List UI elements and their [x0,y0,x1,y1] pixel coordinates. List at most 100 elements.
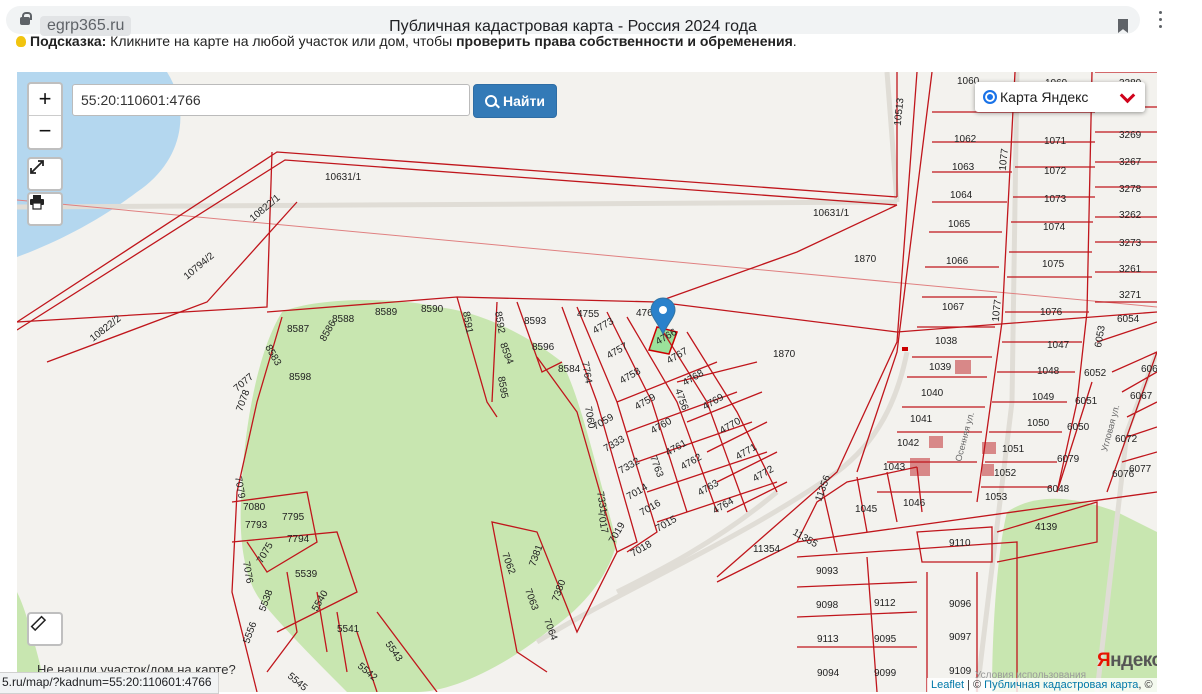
svg-text:6067: 6067 [1130,391,1153,402]
svg-text:4139: 4139 [1035,522,1058,533]
svg-text:11355: 11355 [791,527,820,550]
svg-text:9093: 9093 [816,566,839,577]
hint-end: . [792,33,797,49]
svg-text:5545: 5545 [285,671,309,692]
svg-text:10794/2: 10794/2 [182,250,217,282]
svg-text:1067: 1067 [942,302,965,313]
lightbulb-icon [16,36,26,47]
svg-text:6050: 6050 [1067,422,1090,433]
svg-text:606: 606 [1141,364,1157,375]
svg-text:1040: 1040 [921,388,944,399]
svg-text:1063: 1063 [952,162,975,173]
svg-text:1870: 1870 [773,349,796,360]
svg-text:4758: 4758 [618,366,643,387]
svg-text:3278: 3278 [1119,184,1142,195]
svg-text:1047: 1047 [1047,340,1070,351]
svg-text:9095: 9095 [874,634,897,645]
svg-text:4756: 4756 [672,387,690,412]
svg-text:1038: 1038 [935,336,958,347]
svg-text:1049: 1049 [1032,392,1055,403]
svg-text:1039: 1039 [929,362,952,373]
svg-text:4763: 4763 [696,478,721,499]
map-canvas[interactable]: 1060106210631064106510661067103810391040… [17,72,1157,692]
svg-text:1041: 1041 [910,414,933,425]
map-attribution: Leaflet | © Публичная кадастровая карта,… [927,678,1157,692]
svg-text:9099: 9099 [874,668,897,679]
svg-text:1870: 1870 [854,254,877,265]
svg-text:6048: 6048 [1047,484,1070,495]
svg-text:6072: 6072 [1115,434,1138,445]
status-bar-url: 5.ru/map/?kadnum=55:20:110601:4766 [0,672,219,694]
svg-text:4761: 4761 [664,438,689,459]
leaflet-link[interactable]: Leaflet [931,679,964,691]
svg-text:1065: 1065 [948,219,971,230]
expand-icon [30,160,44,174]
svg-text:1045: 1045 [855,504,878,515]
svg-text:9094: 9094 [817,668,840,679]
hint-bold: проверить права собственности и обремене… [456,33,793,49]
fullscreen-button[interactable] [27,157,63,191]
svg-text:9110: 9110 [949,538,971,549]
svg-text:8598: 8598 [289,372,312,383]
forest-area [240,300,617,692]
svg-text:9096: 9096 [949,599,972,610]
svg-text:4770: 4770 [718,416,743,437]
map-layer-select[interactable]: Карта Яндекс [975,82,1145,112]
svg-text:7333: 7333 [602,434,627,455]
ruler-icon [30,615,47,632]
menu-kebab-icon[interactable] [1159,11,1163,29]
svg-text:11354: 11354 [753,544,781,555]
svg-text:7016: 7016 [638,498,663,519]
svg-text:5541: 5541 [337,624,360,635]
hint-text: Подсказка: Кликните на карте на любой уч… [16,33,797,49]
svg-text:7764: 7764 [579,361,594,385]
svg-text:3262: 3262 [1119,210,1142,221]
svg-text:8587: 8587 [287,324,310,335]
svg-text:4762: 4762 [679,452,704,473]
svg-text:1073: 1073 [1044,194,1067,205]
svg-text:9113: 9113 [817,634,839,645]
layer-radio[interactable] [983,90,997,104]
svg-text:1062: 1062 [954,134,977,145]
svg-text:9112: 9112 [874,598,896,609]
svg-text:1074: 1074 [1043,222,1066,233]
svg-text:9097: 9097 [949,632,972,643]
svg-text:1050: 1050 [1027,418,1050,429]
power-line [17,199,1157,308]
svg-text:6054: 6054 [1117,314,1140,325]
svg-text:10631/1: 10631/1 [813,208,850,219]
svg-text:6053: 6053 [1093,324,1108,348]
attribution-sep: | © [964,679,985,691]
print-button[interactable] [27,192,63,226]
pkk-link[interactable]: Публичная кадастровая карта [984,679,1138,691]
street-label-osennyaya: Осенняя ул. [953,411,976,463]
svg-text:1046: 1046 [903,498,926,509]
svg-text:7015: 7015 [654,514,679,535]
svg-text:1075: 1075 [1042,259,1065,270]
svg-text:3267: 3267 [1119,157,1142,168]
layer-select-label: Карта Яндекс [1000,89,1089,105]
svg-text:1072: 1072 [1044,166,1067,177]
hint-body: Кликните на карте на любой участок или д… [106,33,457,49]
zoom-in-button[interactable]: + [29,84,61,116]
zoom-out-button[interactable]: − [29,116,61,147]
address-bar[interactable]: egrp365.ru Публичная кадастровая карта -… [6,6,1140,36]
svg-text:3261: 3261 [1119,264,1142,275]
find-button-label: Найти [503,93,545,109]
hint-label: Подсказка: [30,33,107,49]
measure-button[interactable] [27,612,63,646]
cadastral-search-input[interactable] [72,84,470,116]
svg-text:3271: 3271 [1119,290,1142,301]
svg-text:1048: 1048 [1037,366,1060,377]
yandex-logo-rest: ндекс [1110,650,1157,671]
svg-text:7793: 7793 [245,520,268,531]
svg-text:8584: 8584 [558,364,581,375]
cadastral-map[interactable]: 1060 1062 1063 1064 1065 1066 1067 1038 1039 1040… [17,72,1157,692]
find-button[interactable]: Найти [473,84,557,118]
svg-text:3269: 3269 [1119,130,1142,141]
yandex-logo: Яндекс [1097,650,1157,672]
svg-text:6077: 6077 [1129,464,1152,475]
svg-text:7795: 7795 [282,512,305,523]
svg-text:1076: 1076 [1040,307,1063,318]
svg-text:1064: 1064 [950,190,973,201]
